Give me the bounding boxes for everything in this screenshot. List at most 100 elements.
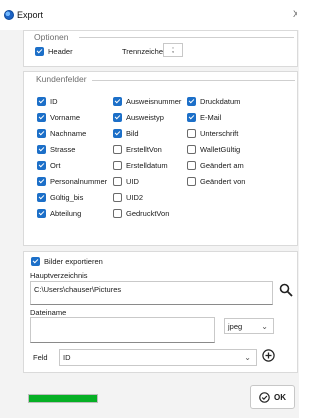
app-icon [4, 10, 14, 20]
search-icon[interactable] [277, 281, 295, 299]
chevron-down-icon: ⌄ [244, 353, 251, 362]
file-input[interactable] [30, 317, 215, 343]
header-label: Header [48, 47, 73, 56]
chevron-down-icon: ⌄ [261, 322, 268, 331]
field-ausweistyp-label: Ausweistyp [126, 113, 164, 122]
progress-fill [29, 395, 97, 402]
field-geaendert-am[interactable]: Geändert am [187, 161, 244, 170]
field-erstelldatum-box[interactable] [113, 161, 122, 170]
field-druckdatum[interactable]: Druckdatum [187, 97, 240, 106]
field-bild[interactable]: Bild [113, 129, 139, 138]
field-walletgueltig-label: WalletGültig [200, 145, 241, 154]
close-icon[interactable]: X [293, 9, 297, 19]
field-erstelltvon[interactable]: ErstelltVon [113, 145, 162, 154]
ok-label: OK [274, 392, 286, 402]
field-strasse-label: Strasse [50, 145, 76, 154]
feld-select-value: ID [63, 353, 71, 362]
field-personalnummer[interactable]: Personalnummer [37, 177, 107, 186]
title-bar: Export X [0, 0, 299, 30]
field-geaendert-von[interactable]: Geändert von [187, 177, 245, 186]
field-erstelltvon-box[interactable] [113, 145, 122, 154]
bilder-export-box[interactable] [31, 257, 40, 266]
field-gueltig-bis-box[interactable] [37, 193, 46, 202]
feld-label: Feld [33, 353, 48, 362]
field-email[interactable]: E-Mail [187, 113, 221, 122]
field-uid-box[interactable] [113, 177, 122, 186]
field-vorname-box[interactable] [37, 113, 46, 122]
field-id-label: ID [50, 97, 58, 106]
field-bild-label: Bild [126, 129, 139, 138]
field-gedrucktvon-box[interactable] [113, 209, 122, 218]
field-walletgueltig-box[interactable] [187, 145, 196, 154]
field-strasse[interactable]: Strasse [37, 145, 75, 154]
field-abteilung[interactable]: Abteilung [37, 209, 81, 218]
field-id-box[interactable] [37, 97, 46, 106]
field-personalnummer-label: Personalnummer [50, 177, 108, 186]
dir-label: Hauptverzeichnis [30, 271, 88, 280]
field-unterschrift[interactable]: Unterschrift [187, 129, 238, 138]
field-ausweisnummer[interactable]: Ausweisnummer [113, 97, 181, 106]
field-uid[interactable]: UID [113, 177, 139, 186]
field-geaendert-am-box[interactable] [187, 161, 196, 170]
separator-label: Trennzeichen [122, 47, 168, 56]
field-vorname-label: Vorname [50, 113, 81, 122]
field-erstelldatum[interactable]: Erstelldatum [113, 161, 168, 170]
field-vorname[interactable]: Vorname [37, 113, 80, 122]
field-unterschrift-box[interactable] [187, 129, 196, 138]
field-gueltig-bis-label: Gültig_bis [50, 193, 84, 202]
optionen-divider [79, 37, 294, 38]
field-bild-box[interactable] [113, 129, 122, 138]
format-select-value: jpeg [228, 322, 243, 331]
header-checkbox-box[interactable] [35, 47, 44, 56]
bilder-export-label: Bilder exportieren [44, 257, 103, 266]
field-uid2-label: UID2 [126, 193, 144, 202]
field-email-box[interactable] [187, 113, 196, 122]
field-ausweisnummer-label: Ausweisnummer [126, 97, 182, 106]
kundenfelder-title: Kundenfelder [36, 74, 87, 84]
field-ausweistyp-box[interactable] [113, 113, 122, 122]
field-gedrucktvon-label: GedrucktVon [126, 209, 170, 218]
field-id[interactable]: ID [37, 97, 58, 106]
field-uid2[interactable]: UID2 [113, 193, 143, 202]
field-strasse-box[interactable] [37, 145, 46, 154]
field-geaendert-am-label: Geändert am [200, 161, 244, 170]
feld-select[interactable]: ID ⌄ [59, 349, 257, 366]
field-ort-label: Ort [50, 161, 61, 170]
kundenfelder-divider [92, 80, 295, 81]
dir-input[interactable]: C:\Users\chauser\Pictures [30, 281, 273, 305]
field-walletgueltig[interactable]: WalletGültig [187, 145, 240, 154]
bilder-export-checkbox[interactable]: Bilder exportieren [31, 257, 103, 266]
optionen-title: Optionen [34, 32, 69, 42]
window-title: Export [17, 10, 44, 20]
field-uid2-box[interactable] [113, 193, 122, 202]
format-select[interactable]: jpeg ⌄ [224, 318, 274, 334]
field-email-label: E-Mail [200, 113, 222, 122]
field-gedrucktvon[interactable]: GedrucktVon [113, 209, 169, 218]
field-gueltig-bis[interactable]: Gültig_bis [37, 193, 83, 202]
ok-button[interactable]: OK [250, 385, 295, 409]
plus-circle-icon[interactable] [261, 348, 275, 362]
field-nachname-box[interactable] [37, 129, 46, 138]
export-dialog: Export X Optionen Header Trennzeichen ; … [0, 0, 299, 418]
field-abteilung-label: Abteilung [50, 209, 82, 218]
separator-input[interactable]: ; [163, 43, 183, 57]
field-geaendert-von-label: Geändert von [200, 177, 246, 186]
check-circle-icon [259, 391, 270, 403]
field-druckdatum-box[interactable] [187, 97, 196, 106]
field-unterschrift-label: Unterschrift [200, 129, 239, 138]
field-ausweistyp[interactable]: Ausweistyp [113, 113, 164, 122]
field-nachname-label: Nachname [50, 129, 87, 138]
field-personalnummer-box[interactable] [37, 177, 46, 186]
field-uid-label: UID [126, 177, 139, 186]
field-ort-box[interactable] [37, 161, 46, 170]
field-geaendert-von-box[interactable] [187, 177, 196, 186]
field-druckdatum-label: Druckdatum [200, 97, 241, 106]
field-erstelltvon-label: ErstelltVon [126, 145, 162, 154]
file-label: Dateiname [30, 308, 67, 317]
field-ort[interactable]: Ort [37, 161, 60, 170]
field-ausweisnummer-box[interactable] [113, 97, 122, 106]
field-nachname[interactable]: Nachname [37, 129, 86, 138]
header-checkbox[interactable]: Header [35, 47, 73, 56]
progress-bar [28, 394, 98, 403]
field-abteilung-box[interactable] [37, 209, 46, 218]
